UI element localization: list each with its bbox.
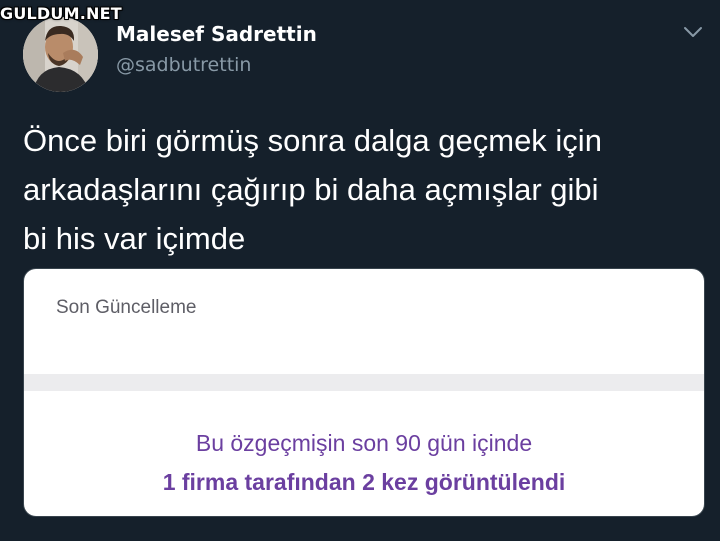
card-message-line1: Bu özgeçmişin son 90 gün içinde [195, 430, 533, 456]
card-message-line2: 1 firma tarafından 2 kez görüntülendi [162, 469, 566, 495]
attached-image-card[interactable]: Son Güncelleme Bu özgeçmişin son 90 gün … [24, 269, 704, 516]
tweet-line: bi his var içimde [23, 221, 246, 256]
avatar-photo [23, 17, 98, 92]
display-name[interactable]: Malesef Sadrettin [116, 22, 317, 46]
card-section-label: Son Güncelleme [56, 297, 197, 318]
card-divider [24, 374, 704, 391]
chevron-down-icon[interactable] [682, 24, 704, 40]
tweet-line: Önce biri görmüş sonra dalga geçmek için [23, 123, 602, 158]
tweet-text: Önce biri görmüş sonra dalga geçmek için… [23, 116, 713, 263]
watermark: GULDUM.NET [0, 4, 122, 23]
tweet-line: arkadaşlarını çağırıp bi daha açmışlar g… [23, 172, 599, 207]
avatar[interactable] [23, 17, 98, 92]
user-handle[interactable]: @sadbutrettin [116, 54, 251, 76]
